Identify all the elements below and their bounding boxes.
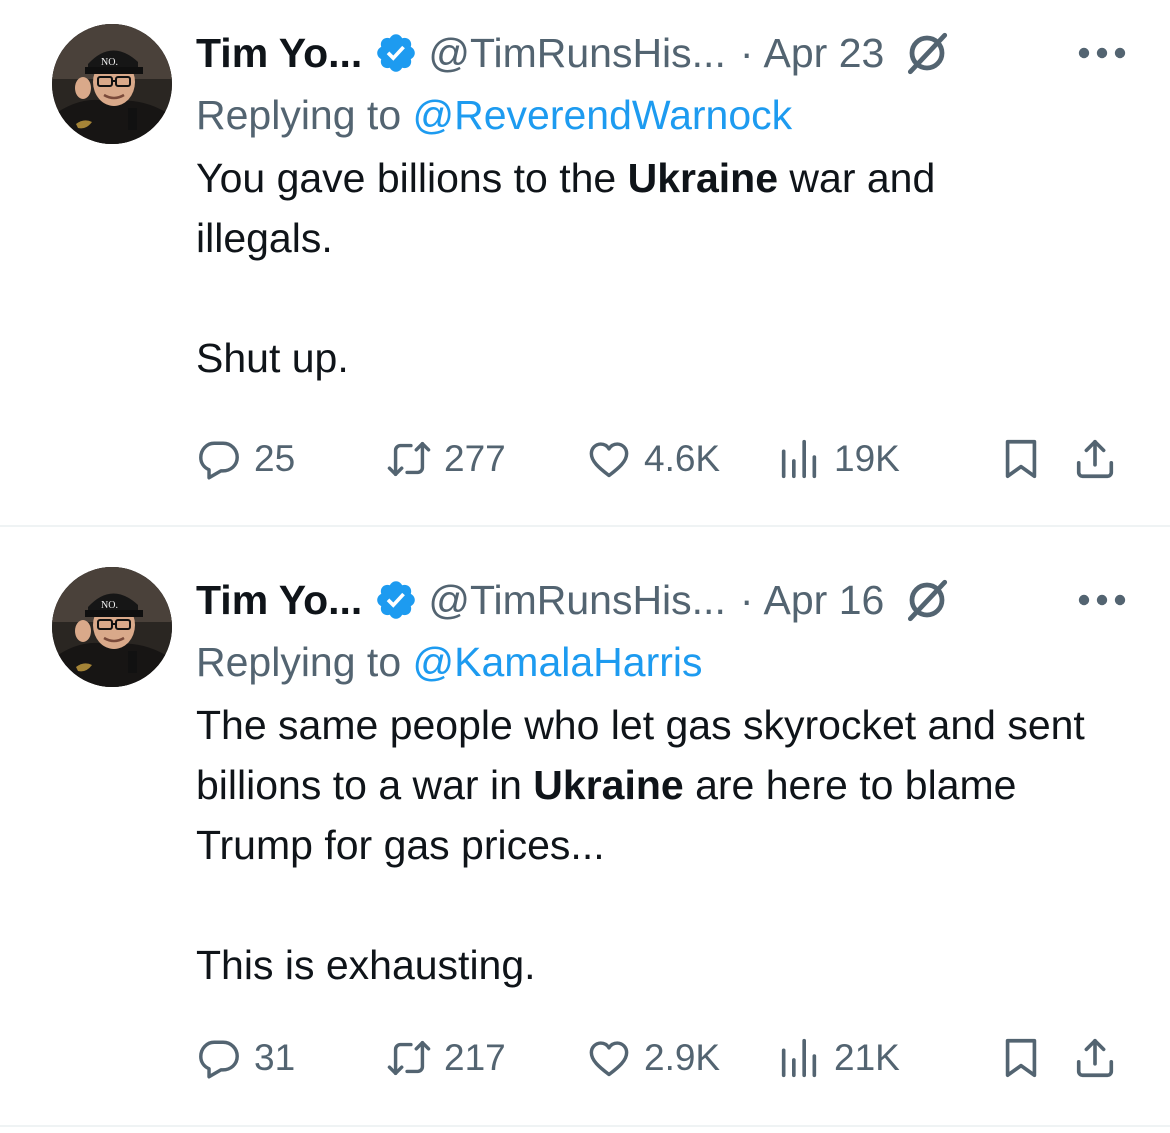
like-icon — [586, 1035, 632, 1081]
replying-to-mention[interactable]: @KamalaHarris — [413, 639, 703, 685]
like-count: 4.6K — [644, 438, 721, 479]
view-count: 21K — [834, 1037, 900, 1078]
action-bar: 31 217 2.9K 21K — [196, 1035, 1118, 1081]
repost-icon — [386, 1035, 432, 1081]
views-button[interactable]: 19K — [776, 436, 956, 482]
views-icon — [776, 1035, 822, 1081]
repost-count: 277 — [444, 438, 506, 479]
reply-button[interactable]: 25 — [196, 436, 386, 482]
more-icon[interactable] — [1074, 585, 1130, 615]
grok-icon[interactable] — [902, 28, 952, 78]
repost-button[interactable]: 277 — [386, 436, 586, 482]
tweet-header: Tim Yo... @TimRunsHis... · Apr 23 — [196, 22, 1130, 84]
separator: · — [739, 576, 754, 623]
tweet-1[interactable]: Tim Yo... @TimRunsHis... · Apr 23 Replyi… — [0, 0, 1170, 527]
replying-to: Replying to @KamalaHarris — [196, 633, 1130, 691]
reply-button[interactable]: 31 — [196, 1035, 386, 1081]
grok-icon[interactable] — [902, 575, 952, 625]
tweet-date[interactable]: Apr 23 — [764, 30, 885, 77]
tweet-text-bold: Ukraine — [533, 762, 684, 808]
share-icon — [1072, 1035, 1118, 1081]
verified-badge-icon[interactable] — [374, 578, 418, 622]
tweet-header: Tim Yo... @TimRunsHis... · Apr 16 — [196, 569, 1130, 631]
like-icon — [586, 436, 632, 482]
avatar[interactable] — [52, 567, 172, 687]
more-icon[interactable] — [1074, 38, 1130, 68]
tweet-text-part: You gave billions to the — [196, 155, 628, 201]
like-button[interactable]: 2.9K — [586, 1035, 776, 1081]
action-bar: 25 277 4.6K 19K — [196, 436, 1118, 482]
bookmark-button[interactable] — [998, 436, 1044, 482]
views-button[interactable]: 21K — [776, 1035, 956, 1081]
avatar[interactable] — [52, 24, 172, 144]
replying-to-prefix: Replying to — [196, 92, 413, 138]
bookmark-icon — [998, 436, 1044, 482]
tweet-text-paragraph: This is exhausting. — [196, 942, 536, 988]
share-icon — [1072, 436, 1118, 482]
views-icon — [776, 436, 822, 482]
bookmark-button[interactable] — [998, 1035, 1044, 1081]
tweet-text: The same people who let gas skyrocket an… — [196, 695, 1130, 995]
divider — [0, 1125, 1170, 1127]
bookmark-icon — [998, 1035, 1044, 1081]
tweet-2[interactable]: Tim Yo... @TimRunsHis... · Apr 16 Replyi… — [0, 527, 1170, 1127]
user-handle[interactable]: @TimRunsHis... — [428, 577, 726, 624]
tweet-text: You gave billions to the Ukraine war and… — [196, 148, 1130, 388]
replying-to-prefix: Replying to — [196, 639, 413, 685]
display-name[interactable]: Tim Yo... — [196, 30, 362, 77]
share-button[interactable] — [1072, 1035, 1118, 1081]
repost-count: 217 — [444, 1037, 506, 1078]
reply-count: 25 — [254, 438, 296, 479]
tweet-text-bold: Ukraine — [627, 155, 779, 201]
reply-icon — [196, 1035, 242, 1081]
repost-button[interactable]: 217 — [386, 1035, 586, 1081]
tweet-date[interactable]: Apr 16 — [764, 577, 885, 624]
separator: · — [739, 29, 754, 76]
replying-to: Replying to @ReverendWarnock — [196, 86, 1130, 144]
share-button[interactable] — [1072, 436, 1118, 482]
like-count: 2.9K — [644, 1037, 721, 1078]
reply-icon — [196, 436, 242, 482]
tweet-text-paragraph: Shut up. — [196, 335, 349, 381]
repost-icon — [386, 436, 432, 482]
reply-count: 31 — [254, 1037, 296, 1078]
user-handle[interactable]: @TimRunsHis... — [428, 30, 726, 77]
display-name[interactable]: Tim Yo... — [196, 577, 362, 624]
replying-to-mention[interactable]: @ReverendWarnock — [413, 92, 793, 138]
view-count: 19K — [834, 438, 900, 479]
like-button[interactable]: 4.6K — [586, 436, 776, 482]
verified-badge-icon[interactable] — [374, 31, 418, 75]
